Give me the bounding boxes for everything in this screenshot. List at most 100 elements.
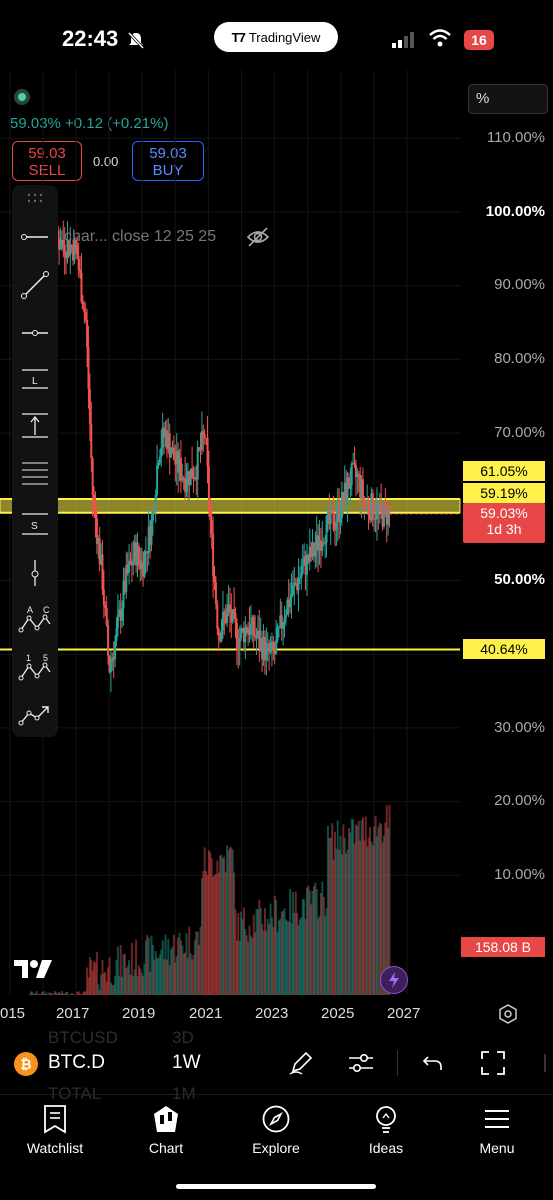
candle-body — [101, 554, 104, 590]
price-label-10: 10.00% — [494, 866, 545, 883]
app-pill[interactable]: T7 TradingView — [214, 22, 338, 52]
candle-body — [185, 484, 188, 492]
price-candles — [28, 201, 460, 693]
abc-pattern-icon[interactable]: AC — [12, 601, 58, 637]
candle-body — [88, 388, 91, 424]
svg-text:S: S — [31, 521, 38, 532]
symbol-selector[interactable]: BTC.D — [48, 1052, 105, 1074]
candle-body — [209, 504, 212, 521]
nav-explore[interactable]: Explore — [226, 1104, 326, 1156]
candle-body — [132, 559, 135, 566]
bitcoin-icon: ₿ — [14, 1052, 38, 1076]
time-label-2025: 2025 — [321, 1005, 355, 1022]
candle-body — [137, 546, 140, 560]
candle-body — [272, 641, 275, 651]
candle-body — [226, 608, 229, 624]
nav-watchlist[interactable]: Watchlist — [5, 1104, 105, 1156]
silent-bell-icon — [127, 31, 145, 50]
candle-body — [202, 431, 205, 435]
compass-icon — [262, 1105, 290, 1133]
candle-body — [196, 447, 199, 480]
nav-chart[interactable]: Chart — [116, 1104, 216, 1156]
price-label-90: 90.00% — [494, 276, 545, 293]
candle-body — [349, 485, 352, 489]
candle-body — [179, 457, 182, 481]
nav-ideas-label: Ideas — [368, 1140, 404, 1156]
candle-body — [220, 630, 223, 641]
indicators-icon[interactable] — [348, 1051, 374, 1075]
candle-body — [207, 466, 210, 505]
candle-body — [105, 608, 108, 626]
nav-menu[interactable]: Menu — [447, 1104, 547, 1156]
fullscreen-icon[interactable] — [480, 1050, 506, 1076]
indicator-legend[interactable]: char... close 12 25 25 — [64, 228, 216, 246]
home-indicator — [176, 1184, 376, 1189]
candle-body — [339, 517, 342, 523]
candle-body — [214, 581, 217, 604]
volume-bar — [72, 993, 75, 995]
candle-body — [276, 627, 279, 641]
level-tag-upper: 61.05% — [463, 461, 545, 481]
candle-body — [367, 500, 370, 512]
candle-body — [291, 585, 294, 596]
candle-body — [150, 520, 153, 545]
candle-body — [114, 641, 117, 660]
anchored-text-icon[interactable] — [12, 407, 58, 443]
drag-handle-icon[interactable] — [12, 185, 58, 211]
price-label-110: 110.00% — [486, 129, 545, 146]
more-chevron-icon[interactable] — [540, 1054, 550, 1072]
horizontal-ray-icon[interactable] — [12, 315, 58, 351]
svg-text:A: A — [27, 605, 33, 615]
horizontal-line-icon[interactable] — [12, 219, 58, 255]
candle-body — [80, 272, 83, 302]
candle-body — [321, 542, 324, 551]
candle-body — [277, 626, 280, 628]
pen-icon[interactable] — [288, 1050, 314, 1076]
nav-ideas[interactable]: Ideas — [336, 1104, 436, 1156]
interval-selector[interactable]: 1W — [172, 1052, 201, 1074]
candle-body — [109, 662, 112, 673]
time-label-2019: 2019 — [122, 1005, 156, 1022]
price-label-70: 70.00% — [494, 424, 545, 441]
elliott-wave-icon[interactable]: 15 — [12, 649, 58, 685]
lightbulb-icon — [376, 1106, 396, 1133]
short-position-icon[interactable]: S — [12, 505, 58, 541]
nav-explore-label: Explore — [252, 1140, 300, 1156]
candle-body — [284, 614, 287, 618]
candle-body — [86, 319, 89, 348]
svg-text:5: 5 — [43, 653, 48, 663]
candle-body — [269, 648, 272, 653]
ghost-symbol-above: BTCUSD — [48, 1028, 118, 1047]
candle-body — [77, 258, 80, 271]
candle-body — [382, 502, 385, 527]
candle-body — [298, 578, 301, 580]
candle-body — [252, 617, 255, 636]
parallel-channel-icon[interactable] — [12, 455, 58, 491]
candle-body — [350, 463, 353, 486]
lightning-icon[interactable] — [380, 966, 408, 994]
path-icon[interactable] — [12, 697, 58, 733]
vertical-marker-icon[interactable] — [12, 555, 58, 591]
undo-icon[interactable] — [422, 1054, 444, 1072]
candle-body — [63, 244, 66, 255]
candle-body — [182, 477, 185, 479]
candle-body — [116, 615, 119, 629]
candle-body — [325, 515, 328, 543]
price-label-100: 100.00% — [485, 203, 545, 220]
candle-body — [314, 549, 317, 557]
trend-line-icon[interactable] — [12, 267, 58, 303]
candle-body — [235, 623, 238, 648]
time-label-2017: 2017 — [56, 1005, 90, 1022]
candle-body — [210, 520, 213, 534]
candle-body — [333, 529, 336, 531]
long-position-icon[interactable]: L — [12, 361, 58, 397]
chart-settings-icon[interactable] — [498, 1004, 518, 1024]
candle-body — [170, 453, 173, 458]
candle-body — [203, 434, 206, 438]
candle-body — [157, 463, 160, 466]
hide-eye-icon[interactable] — [246, 226, 270, 248]
candle-body — [129, 560, 132, 563]
candle-body — [91, 458, 94, 495]
candle-body — [249, 624, 252, 635]
time-label-2021: 2021 — [189, 1005, 223, 1022]
